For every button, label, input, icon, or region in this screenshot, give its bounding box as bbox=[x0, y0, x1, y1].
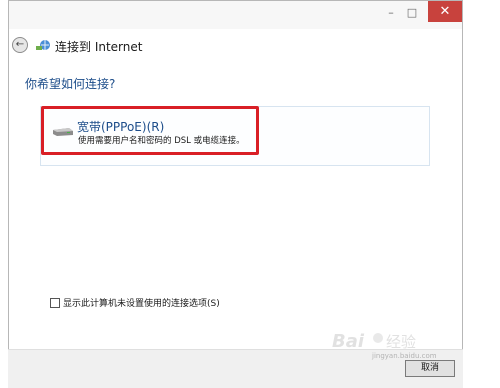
cancel-button[interactable]: 取消 bbox=[405, 360, 455, 377]
close-button[interactable]: ✕ bbox=[428, 1, 462, 22]
title-bar: – □ ✕ bbox=[9, 1, 462, 29]
back-arrow-icon[interactable]: ← bbox=[12, 37, 28, 53]
option-description: 使用需要用户名和密码的 DSL 或电缆连接。 bbox=[78, 136, 245, 146]
baidu-watermark-logo: Bai 经验 bbox=[332, 331, 416, 352]
navigation-bar: ← 连接到 Internet bbox=[9, 29, 462, 63]
option-title[interactable]: 宽带(PPPoE)(R) bbox=[77, 118, 164, 135]
network-icon bbox=[36, 40, 50, 50]
checkbox-label: 显示此计算机未设置使用的连接选项(S) bbox=[63, 299, 220, 309]
show-unconfigured-checkbox[interactable] bbox=[50, 298, 60, 308]
connect-to-internet-window: – □ ✕ ← 连接到 Internet bbox=[8, 0, 463, 379]
window-title: 连接到 Internet bbox=[55, 40, 143, 54]
svg-text:经验: 经验 bbox=[386, 333, 416, 351]
minimize-button[interactable]: – bbox=[381, 4, 401, 22]
watermark-url: jingyan.baidu.com bbox=[372, 352, 437, 360]
svg-text:Bai: Bai bbox=[332, 331, 365, 352]
page-heading: 你希望如何连接? bbox=[25, 77, 116, 91]
modem-icon bbox=[53, 128, 73, 136]
maximize-button[interactable]: □ bbox=[402, 4, 422, 22]
